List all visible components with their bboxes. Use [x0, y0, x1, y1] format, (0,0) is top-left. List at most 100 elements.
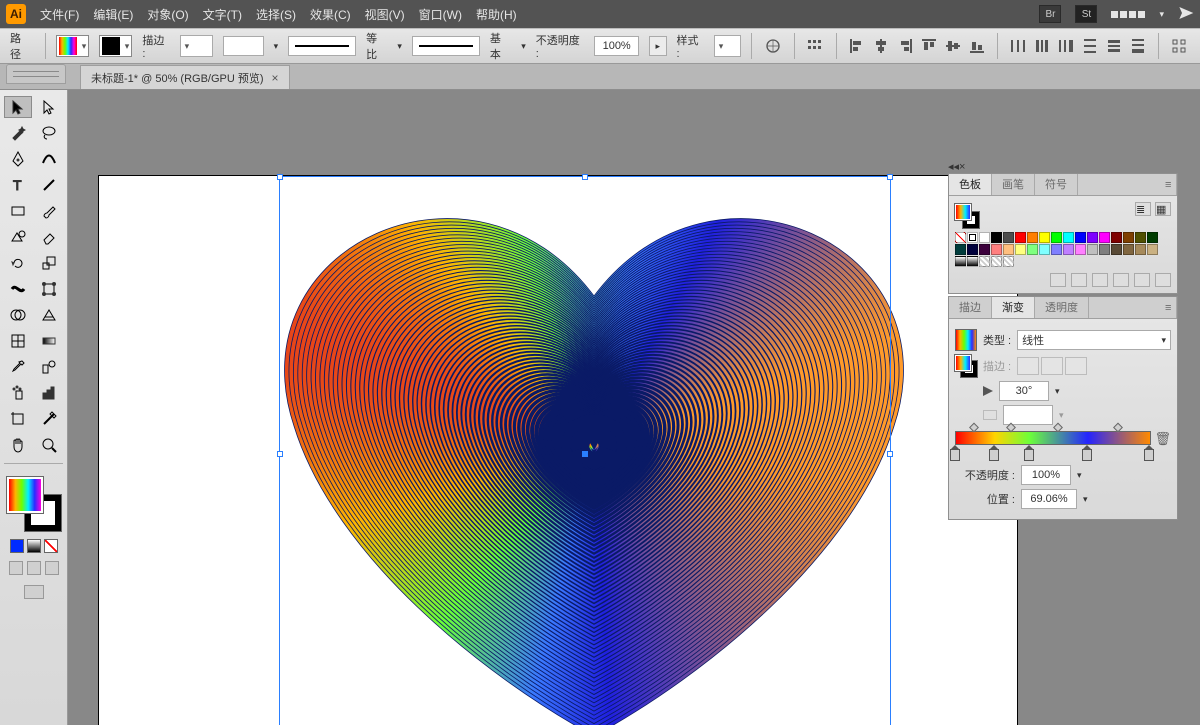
swatch-grid-view-icon[interactable]: ▦: [1155, 202, 1171, 216]
swatch[interactable]: [1015, 244, 1026, 255]
fill-swatch[interactable]: ▾: [56, 35, 89, 57]
align-bottom-icon[interactable]: [967, 35, 987, 57]
chevron-down-icon[interactable]: ▾: [1159, 9, 1164, 20]
selection-tool-icon[interactable]: [4, 96, 32, 118]
free-transform-tool-icon[interactable]: [36, 278, 64, 300]
brush-definition[interactable]: [288, 36, 356, 56]
gradient-type-select[interactable]: 线性▾: [1017, 330, 1171, 350]
dist-v-bottom-icon[interactable]: [1128, 35, 1148, 57]
rotate-tool-icon[interactable]: [4, 252, 32, 274]
swatch-kind-icon[interactable]: [1071, 273, 1087, 287]
swatch[interactable]: [1063, 244, 1074, 255]
swatch[interactable]: [967, 244, 978, 255]
menu-effect[interactable]: 效果(C): [310, 6, 351, 23]
gradient-position-field[interactable]: 69.06%: [1021, 489, 1077, 509]
swatch[interactable]: [1123, 244, 1134, 255]
graphic-style[interactable]: ▾: [714, 35, 741, 57]
paintbrush-tool-icon[interactable]: [36, 200, 64, 222]
swatch[interactable]: [1027, 244, 1038, 255]
swatch[interactable]: [1123, 232, 1134, 243]
panel-menu-icon[interactable]: ≡: [1155, 174, 1177, 195]
panel-close-icon[interactable]: ×: [959, 161, 965, 173]
eyedropper-tool-icon[interactable]: [4, 356, 32, 378]
swatch[interactable]: [955, 232, 966, 243]
gradient-preview[interactable]: [955, 329, 977, 351]
tab-gradient[interactable]: 渐变: [992, 297, 1035, 318]
fill-indicator[interactable]: [7, 477, 43, 513]
shape-builder-tool-icon[interactable]: [4, 304, 32, 326]
tab-transparency[interactable]: 透明度: [1035, 297, 1089, 318]
draw-normal-icon[interactable]: [9, 561, 23, 575]
draw-behind-icon[interactable]: [27, 561, 41, 575]
swatch-libraries-icon[interactable]: [1050, 273, 1066, 287]
shaper-tool-icon[interactable]: [4, 226, 32, 248]
new-color-group-icon[interactable]: [1113, 273, 1129, 287]
gradient-stop[interactable]: [1144, 449, 1154, 461]
swatch[interactable]: [979, 256, 990, 267]
arrange-documents-icon[interactable]: [1111, 11, 1145, 18]
gradient-angle-field[interactable]: 30°: [999, 381, 1049, 401]
sync-icon[interactable]: [1178, 5, 1194, 24]
panel-collapse-icon[interactable]: ◂◂: [948, 161, 959, 173]
gradient-stop[interactable]: [1024, 449, 1034, 461]
fill-stroke-indicator[interactable]: [7, 477, 61, 531]
hand-tool-icon[interactable]: [4, 434, 32, 456]
tab-swatches[interactable]: 色板: [949, 174, 992, 195]
swatch[interactable]: [1147, 232, 1158, 243]
menu-edit[interactable]: 编辑(E): [93, 6, 133, 23]
swatch[interactable]: [1003, 244, 1014, 255]
transform-panel-icon[interactable]: [1169, 35, 1190, 57]
gradient-slider[interactable]: 🗑: [955, 431, 1171, 461]
swatch[interactable]: [1039, 244, 1050, 255]
swatch[interactable]: [1147, 244, 1158, 255]
swatch[interactable]: [979, 232, 990, 243]
align-right-icon[interactable]: [895, 35, 915, 57]
dist-v-top-icon[interactable]: [1080, 35, 1100, 57]
swatch[interactable]: [979, 244, 990, 255]
dist-v-center-icon[interactable]: [1104, 35, 1124, 57]
align-left-icon[interactable]: [847, 35, 867, 57]
symbol-sprayer-tool-icon[interactable]: [4, 382, 32, 404]
menu-help[interactable]: 帮助(H): [476, 6, 517, 23]
lasso-tool-icon[interactable]: [36, 122, 64, 144]
swatch[interactable]: [1003, 256, 1014, 267]
bridge-link-icon[interactable]: Br: [1039, 5, 1061, 23]
perspective-grid-tool-icon[interactable]: [36, 304, 64, 326]
align-top-icon[interactable]: [919, 35, 939, 57]
stroke-profile[interactable]: [223, 36, 264, 56]
gradient-tool-icon[interactable]: [36, 330, 64, 352]
dist-h-center-icon[interactable]: [1032, 35, 1052, 57]
tab-symbols[interactable]: 符号: [1035, 174, 1078, 195]
swatch[interactable]: [967, 232, 978, 243]
slice-tool-icon[interactable]: [36, 408, 64, 430]
swatch[interactable]: [1027, 232, 1038, 243]
swatch[interactable]: [1111, 244, 1122, 255]
delete-swatch-icon[interactable]: [1155, 273, 1171, 287]
color-mode-gradient-icon[interactable]: [27, 539, 41, 553]
swatch[interactable]: [1075, 232, 1086, 243]
new-swatch-icon[interactable]: [1134, 273, 1150, 287]
delete-stop-icon[interactable]: 🗑: [1154, 431, 1171, 447]
gradient-stop[interactable]: [989, 449, 999, 461]
swatch[interactable]: [1135, 244, 1146, 255]
close-tab-icon[interactable]: ×: [272, 71, 279, 85]
gradient-stop[interactable]: [950, 449, 960, 461]
swatch-list-view-icon[interactable]: ≣: [1135, 202, 1151, 216]
swatch[interactable]: [1087, 232, 1098, 243]
opacity-field[interactable]: 100%: [594, 36, 639, 56]
menu-view[interactable]: 视图(V): [365, 6, 405, 23]
align-vcenter-icon[interactable]: [943, 35, 963, 57]
menu-window[interactable]: 窗口(W): [419, 6, 462, 23]
rectangle-tool-icon[interactable]: [4, 200, 32, 222]
swatch[interactable]: [991, 244, 1002, 255]
gradient-stop[interactable]: [1082, 449, 1092, 461]
menu-select[interactable]: 选择(S): [256, 6, 296, 23]
swatch[interactable]: [1051, 244, 1062, 255]
tab-stroke[interactable]: 描边: [949, 297, 992, 318]
collapsed-panel-handle[interactable]: [6, 64, 66, 84]
mesh-tool-icon[interactable]: [4, 330, 32, 352]
menu-file[interactable]: 文件(F): [40, 6, 79, 23]
swatch[interactable]: [955, 244, 966, 255]
dist-h-right-icon[interactable]: [1056, 35, 1076, 57]
zoom-tool-icon[interactable]: [36, 434, 64, 456]
